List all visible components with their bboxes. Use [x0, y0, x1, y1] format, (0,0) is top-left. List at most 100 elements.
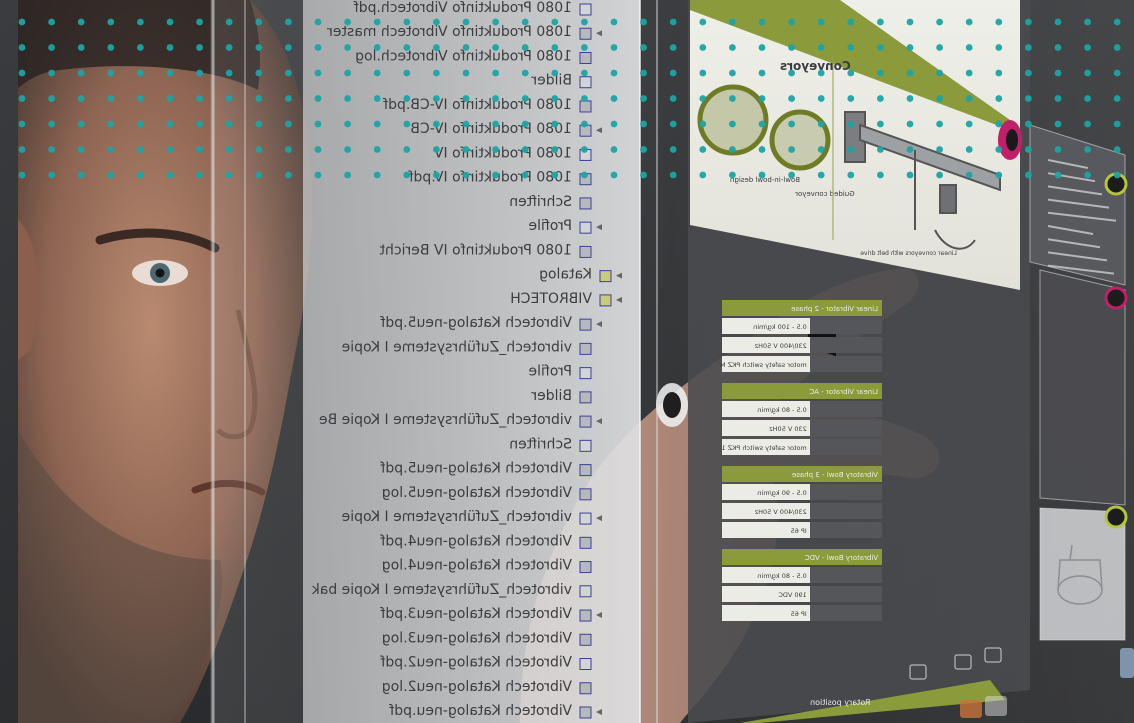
file-tree-label: Profile — [528, 364, 572, 380]
file-tree-label: Vibrotech Katalog-neu4.pdf — [379, 533, 572, 549]
side-corner-icon[interactable] — [1120, 648, 1134, 678]
file-icon — [579, 245, 592, 258]
file-tree-label: Vibrotech Katalog-neu3.pdf — [379, 606, 572, 622]
file-icon — [579, 609, 592, 622]
file-icon — [579, 439, 592, 452]
file-tree-label: Vibrotech Katalog-neu5.log — [382, 485, 572, 501]
file-tree-label: Bilder — [531, 388, 572, 404]
spec-section-title: Linear Vibrator - AC — [809, 388, 878, 396]
file-tree-label: Vibrotech Katalog-neu4.log — [382, 558, 572, 574]
file-icon — [579, 658, 592, 671]
file-tree-label: Schriften — [509, 194, 572, 210]
file-icon — [579, 342, 592, 355]
folder-icon — [599, 294, 612, 307]
file-tree-item[interactable]: 1080 Produktinfo Vibrotech master — [327, 24, 602, 40]
file-icon — [579, 585, 592, 598]
file-tree-item[interactable]: Vibrotech Katalog-neu4.pdf — [379, 533, 592, 549]
file-tree-item[interactable]: Vibrotech Katalog-neu2.pdf — [379, 655, 592, 671]
file-icon — [579, 464, 592, 477]
file-tree-item[interactable]: vibrotech_Zuführsysteme I Kopie — [342, 339, 592, 355]
spec-row-value: 190 VDC — [778, 591, 807, 599]
file-tree-label: 1080 Produktinfo Vibrotech.pdf — [353, 0, 572, 16]
file-icon — [579, 633, 592, 646]
file-icon — [579, 318, 592, 331]
file-icon — [579, 197, 592, 210]
file-tree-label: 1080 Produktinfo IV-CB.pdf — [382, 97, 572, 113]
file-icon — [579, 51, 592, 64]
file-tree-label: 1080 Produktinfo IV.pdf — [408, 170, 572, 186]
highlight-button[interactable] — [998, 120, 1022, 160]
file-tree-item[interactable]: vibrotech_Zuführsysteme I Kopie bak — [311, 582, 592, 598]
spec-section-title: Vibratory Bowl - VDC — [805, 554, 878, 562]
file-icon — [579, 3, 592, 16]
file-tree-item[interactable]: Vibrotech Katalog-neu2.log — [382, 679, 592, 695]
file-icon — [579, 488, 592, 501]
scene: 1080 Produktinfo Vibrotech.pdf 1080 Produ… — [0, 0, 1134, 723]
file-tree-label: Vibrotech Katalog-neu.pdf — [388, 703, 572, 719]
spec-row-value: IP 65 — [791, 610, 807, 618]
splitter-knob[interactable] — [656, 383, 688, 427]
file-tree-label: vibrotech_Zuführsysteme I Kopie Be — [319, 412, 572, 428]
file-tree-item[interactable]: Vibrotech Katalog-neu5.pdf — [379, 461, 592, 477]
file-icon — [579, 221, 592, 234]
spec-row-value: 0.5 - 80 kg/min — [757, 406, 807, 414]
file-tree-item[interactable]: Vibrotech Katalog-neu4.log — [382, 558, 592, 574]
spec-row-value: motor safety switch PKZ 1 — [721, 444, 806, 452]
file-tree-label: Vibrotech Katalog-neu2.pdf — [379, 655, 572, 671]
file-tree-item[interactable]: 1080 Produktinfo IV-CB.pdf — [382, 97, 592, 113]
file-tree-item[interactable]: Vibrotech Katalog-neu3.pdf — [379, 606, 602, 622]
file-tree-label: vibrotech_Zuführsysteme I Kopie bak — [311, 582, 572, 598]
file-tree-label: Profile — [528, 218, 572, 234]
folder-icon — [599, 270, 612, 283]
file-tree-label: vibrotech_Zuführsysteme I Kopie — [342, 339, 572, 355]
file-tree-label: Bilder — [531, 73, 572, 89]
spec-row-value: IP 65 — [791, 527, 807, 535]
spec-row-value: 230 V 50Hz — [769, 425, 807, 433]
file-tree-label: 1080 Produktinfo Vibrotech master — [327, 24, 572, 40]
spec-row-value: 230/400 V 50Hz — [754, 342, 807, 350]
spec-row-value: 0.5 - 100 kg/min — [753, 323, 807, 331]
brochure-footer: Linear conveyors with belt drive — [860, 250, 957, 257]
file-tree-item[interactable]: Vibrotech Katalog-neu5.log — [382, 485, 592, 501]
file-icon — [579, 391, 592, 404]
file-tree-label: 1080 Produktinfo IV Bericht — [379, 242, 572, 258]
file-tree-item[interactable]: vibrotech_Zuführsysteme I Kopie Be — [319, 412, 602, 428]
file-tree-item[interactable]: Vibrotech Katalog-neu5.pdf — [379, 315, 602, 331]
file-icon — [579, 27, 592, 40]
file-icon — [579, 536, 592, 549]
file-tree-label: Vibrotech Katalog-neu5.pdf — [379, 461, 572, 477]
file-tree-label: 1080 Produktinfo Vibrotech.log — [355, 48, 572, 64]
file-tree-item[interactable]: Vibrotech Katalog-neu.pdf — [388, 703, 602, 719]
spec-section-title: Linear Vibrator - 2 phase — [791, 305, 878, 313]
file-tree-label: Schriften — [509, 436, 572, 452]
file-tree-item[interactable]: Vibrotech Katalog-neu3.log — [382, 630, 592, 646]
caption-mid: Guided conveyor — [795, 190, 855, 198]
spec-row-value: 0.5 - 90 kg/min — [757, 489, 807, 497]
file-icon — [579, 561, 592, 574]
spec-section-title: Vibratory Bowl - 3 phase — [792, 471, 878, 479]
file-tree-label: Vibrotech Katalog-neu5.pdf — [379, 315, 572, 331]
spec-row-value: motor safety switch PKZ M — [720, 361, 807, 369]
file-tree-label: 1080 Produktinfo IV — [434, 145, 572, 161]
side-panels — [1029, 124, 1134, 678]
product-photo-2 — [769, 109, 831, 171]
spec-row-value: 230/400 V 50Hz — [754, 508, 807, 516]
side-knob-3[interactable] — [1104, 505, 1128, 529]
file-icon — [579, 100, 592, 113]
screen-panel: Conveyors Bowl-in-bowl design Guided con… — [688, 0, 1030, 723]
file-tree-item[interactable]: vibrotech_Zuführsysteme I Kopie — [342, 509, 602, 525]
spec-row-value: 0.5 - 80 kg/min — [757, 572, 807, 580]
person-pupil — [155, 268, 165, 278]
bottom-label: Rotary position — [810, 698, 870, 707]
file-tree-item[interactable]: 1080 Produktinfo Vibrotech.log — [355, 48, 592, 64]
file-tree-label: Katalog — [539, 267, 592, 283]
file-icon — [579, 512, 592, 525]
file-tree-item[interactable]: 1080 Produktinfo IV — [434, 145, 592, 161]
file-icon — [579, 76, 592, 89]
file-tree-panel: 1080 Produktinfo Vibrotech.pdf 1080 Produ… — [303, 0, 641, 723]
file-tree-item[interactable]: 1080 Produktinfo Vibrotech.pdf — [353, 0, 592, 16]
file-tree-item[interactable]: 1080 Produktinfo IV Bericht — [379, 242, 592, 258]
file-tree-label: vibrotech_Zuführsysteme I Kopie — [342, 509, 572, 525]
side-knob-2[interactable] — [1104, 286, 1128, 310]
file-tree-label: Vibrotech Katalog-neu3.log — [382, 630, 572, 646]
